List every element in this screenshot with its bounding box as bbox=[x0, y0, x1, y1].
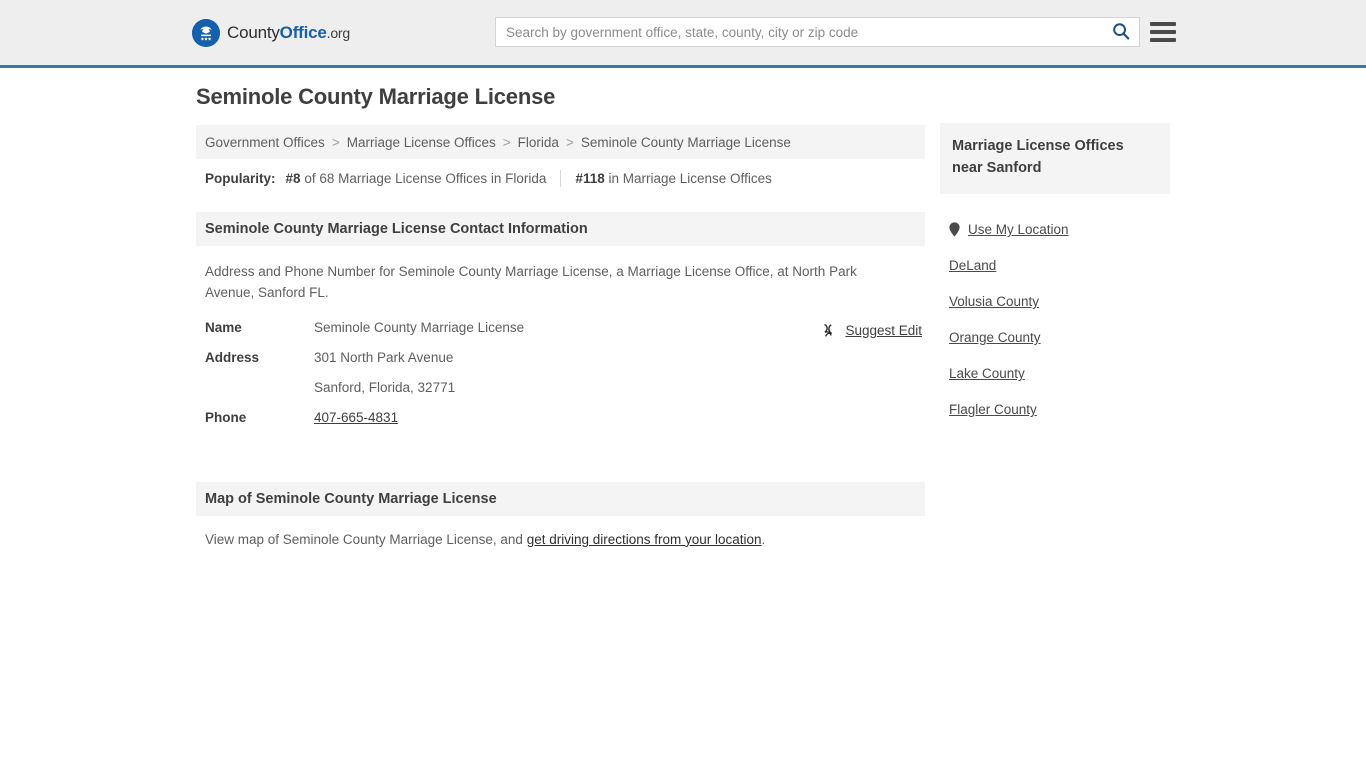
map-section-heading: Map of Seminole County Marriage License bbox=[196, 481, 925, 516]
detail-row-name: Name Seminole County Marriage License bbox=[205, 320, 916, 350]
eagle-seal-icon bbox=[192, 19, 220, 47]
popularity-stat-state: #8 of 68 Marriage License Offices in Flo… bbox=[286, 171, 547, 186]
contact-section-heading: Seminole County Marriage License Contact… bbox=[196, 212, 925, 246]
site-logo-text: CountyOffice.org bbox=[227, 23, 350, 43]
site-logo[interactable]: CountyOffice.org bbox=[192, 19, 350, 47]
breadcrumb-item-government-offices[interactable]: Government Offices bbox=[205, 135, 325, 150]
sidebar-link-use-my-location[interactable]: Use My Location bbox=[968, 222, 1069, 237]
page-title: Seminole County Marriage License bbox=[196, 84, 556, 109]
hamburger-bar bbox=[1150, 30, 1176, 34]
map-section: Map of Seminole County Marriage License … bbox=[196, 481, 925, 547]
sidebar-item-flagler-county[interactable]: Flagler County bbox=[940, 392, 1170, 428]
logo-text-office: Office bbox=[279, 23, 327, 42]
breadcrumb: Government Offices > Marriage License Of… bbox=[196, 125, 925, 159]
detail-label-name: Name bbox=[205, 319, 242, 335]
detail-row-address: Address 301 North Park Avenue bbox=[205, 350, 916, 380]
detail-row-address-line2: Sanford, Florida, 32771 bbox=[205, 380, 916, 410]
map-section-text: View map of Seminole County Marriage Lic… bbox=[196, 516, 925, 547]
popularity-text-state: of 68 Marriage License Offices in Florid… bbox=[304, 171, 547, 186]
popularity-rank-national: #118 bbox=[575, 171, 605, 186]
phone-link[interactable]: 407-665-4831 bbox=[314, 410, 398, 425]
detail-label-phone: Phone bbox=[205, 409, 247, 425]
sidebar-heading: Marriage License Offices near Sanford bbox=[940, 123, 1170, 194]
breadcrumb-item-current: Seminole County Marriage License bbox=[580, 134, 791, 150]
detail-label-address: Address bbox=[205, 349, 260, 365]
sidebar-item-volusia-county[interactable]: Volusia County bbox=[940, 284, 1170, 320]
popularity-label: Popularity: bbox=[205, 171, 276, 186]
breadcrumb-item-marriage-license-offices[interactable]: Marriage License Offices bbox=[347, 135, 496, 150]
sidebar-link-orange-county[interactable]: Orange County bbox=[949, 330, 1041, 345]
popularity-text-national: in Marriage License Offices bbox=[608, 171, 772, 186]
edit-pencil-icon bbox=[823, 323, 838, 338]
detail-value-address-line1: 301 North Park Avenue bbox=[314, 349, 454, 365]
sidebar-item-orange-county[interactable]: Orange County bbox=[940, 320, 1170, 356]
breadcrumb-item-florida[interactable]: Florida bbox=[518, 135, 559, 150]
logo-text-county: County bbox=[227, 23, 280, 42]
hamburger-menu-icon[interactable] bbox=[1150, 19, 1176, 45]
sidebar-item-lake-county[interactable]: Lake County bbox=[940, 356, 1170, 392]
popularity-stat-national: #118 in Marriage License Offices bbox=[575, 171, 771, 186]
search-icon bbox=[1112, 22, 1130, 43]
site-header: CountyOffice.org bbox=[0, 0, 1366, 68]
detail-value-name: Seminole County Marriage License bbox=[314, 319, 525, 335]
detail-value-address-line2: Sanford, Florida, 32771 bbox=[314, 379, 456, 395]
hamburger-bar bbox=[1150, 38, 1176, 42]
sidebar-link-deland[interactable]: DeLand bbox=[949, 258, 996, 273]
search-button[interactable] bbox=[1103, 18, 1139, 46]
driving-directions-link[interactable]: get driving directions from your locatio… bbox=[527, 532, 762, 547]
sidebar-item-deland[interactable]: DeLand bbox=[940, 248, 1170, 284]
popularity-rank-state: #8 bbox=[285, 171, 301, 186]
contact-section-description: Address and Phone Number for Seminole Co… bbox=[205, 264, 857, 300]
popularity-divider bbox=[560, 170, 562, 187]
nearby-offices-sidebar: Marriage License Offices near Sanford Us… bbox=[940, 123, 1170, 428]
sidebar-link-flagler-county[interactable]: Flagler County bbox=[949, 402, 1037, 417]
popularity-row: Popularity: #8 of 68 Marriage License Of… bbox=[196, 159, 925, 187]
main-content: Seminole County Marriage License Governm… bbox=[196, 84, 925, 547]
hamburger-bar bbox=[1150, 22, 1176, 26]
breadcrumb-separator: > bbox=[502, 134, 511, 150]
contact-details-table: Suggest Edit Name Seminole County Marria… bbox=[196, 320, 925, 440]
map-pin-icon bbox=[949, 222, 960, 237]
sidebar-item-use-my-location[interactable]: Use My Location bbox=[940, 212, 1170, 248]
suggest-edit-label: Suggest Edit bbox=[845, 322, 922, 338]
sidebar-link-volusia-county[interactable]: Volusia County bbox=[949, 294, 1039, 309]
breadcrumb-separator: > bbox=[331, 134, 340, 150]
sidebar-link-lake-county[interactable]: Lake County bbox=[949, 366, 1025, 381]
search-input[interactable] bbox=[496, 18, 1103, 46]
suggest-edit-button[interactable]: Suggest Edit bbox=[823, 323, 922, 338]
map-text-before: View map of Seminole County Marriage Lic… bbox=[205, 531, 527, 547]
breadcrumb-separator: > bbox=[565, 134, 574, 150]
sidebar-list: Use My Location DeLand Volusia County Or… bbox=[940, 212, 1170, 428]
contact-information-section: Seminole County Marriage License Contact… bbox=[196, 212, 925, 440]
search-bar bbox=[495, 17, 1140, 47]
detail-row-phone: Phone 407-665-4831 bbox=[205, 410, 916, 440]
logo-text-org: .org bbox=[326, 25, 351, 41]
map-text-after: . bbox=[761, 531, 766, 547]
